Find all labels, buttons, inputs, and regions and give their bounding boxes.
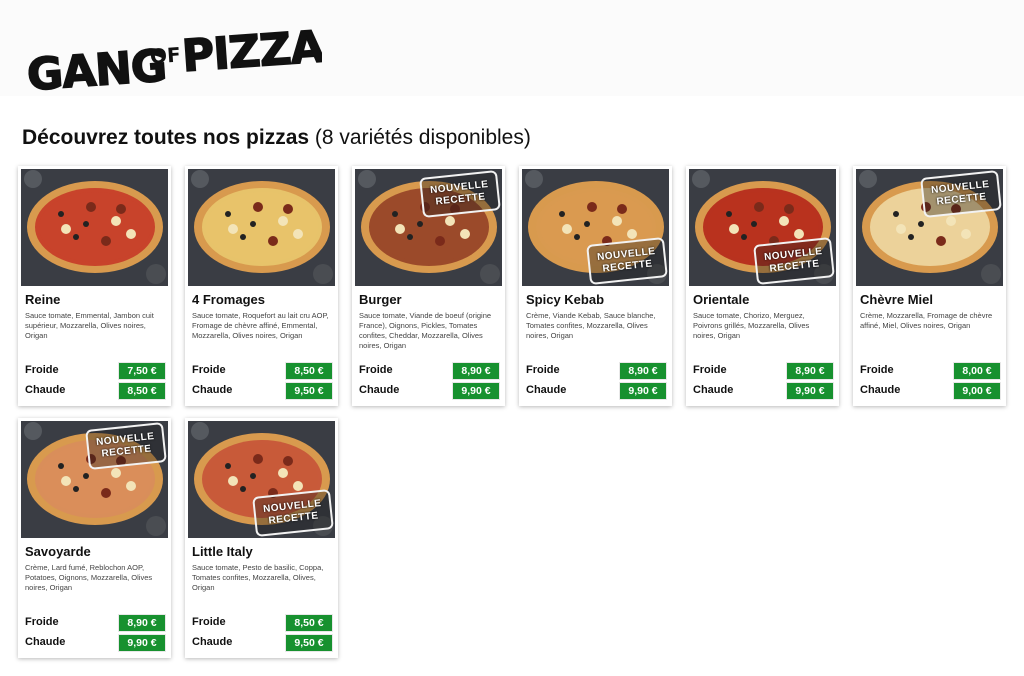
price-row-hot: Chaude 9,50 € [192, 634, 333, 652]
cold-label: Froide [192, 364, 226, 376]
cold-price[interactable]: 8,00 € [953, 362, 1001, 380]
price-row-cold: Froide 8,50 € [192, 362, 333, 380]
hot-price[interactable]: 9,90 € [619, 382, 667, 400]
new-recipe-badge: NOUVELLE RECETTE [252, 489, 334, 537]
hot-label: Chaude [25, 384, 66, 396]
cold-label: Froide [359, 364, 393, 376]
hot-price[interactable]: 9,50 € [285, 634, 333, 652]
hot-label: Chaude [693, 384, 734, 396]
pizza-photo[interactable]: NOUVELLE RECETTE [21, 421, 168, 538]
price-row-cold: Froide 8,00 € [860, 362, 1001, 380]
hot-price[interactable]: 9,90 € [118, 634, 166, 652]
cold-label: Froide [860, 364, 894, 376]
hot-label: Chaude [526, 384, 567, 396]
pizza-name: Spicy Kebab [526, 292, 605, 307]
pizza-name: Savoyarde [25, 544, 91, 559]
pizza-photo[interactable]: NOUVELLE RECETTE [522, 169, 669, 286]
pizza-card[interactable]: NOUVELLE RECETTE Little Italy Sauce toma… [185, 418, 338, 658]
new-recipe-badge: NOUVELLE RECETTE [419, 170, 501, 218]
cold-label: Froide [25, 364, 59, 376]
pizza-name: Burger [359, 292, 402, 307]
hot-price[interactable]: 8,50 € [118, 382, 166, 400]
cold-label: Froide [526, 364, 560, 376]
pizza-name: Orientale [693, 292, 750, 307]
price-row-cold: Froide 8,90 € [25, 614, 166, 632]
pizza-ingredients: Sauce tomate, Viande de boeuf (origine F… [359, 311, 492, 350]
pizza-photo[interactable] [21, 169, 168, 286]
price-row-cold: Froide 8,50 € [192, 614, 333, 632]
pizza-card[interactable]: NOUVELLE RECETTE Chèvre Miel Crème, Mozz… [853, 166, 1006, 406]
pizza-ingredients: Crème, Viande Kebab, Sauce blanche, Toma… [526, 311, 656, 340]
pizza-ingredients: Sauce tomate, Pesto de basilic, Coppa, T… [192, 563, 324, 592]
hot-label: Chaude [860, 384, 901, 396]
cold-price[interactable]: 8,50 € [285, 362, 333, 380]
price-row-hot: Chaude 8,50 € [25, 382, 166, 400]
pizza-card[interactable]: NOUVELLE RECETTE Spicy Kebab Crème, Vian… [519, 166, 672, 406]
pizza-photo[interactable]: NOUVELLE RECETTE [355, 169, 502, 286]
price-row-hot: Chaude 9,90 € [25, 634, 166, 652]
pizza-photo[interactable]: NOUVELLE RECETTE [689, 169, 836, 286]
pizza-card[interactable]: Reine Sauce tomate, Emmental, Jambon cui… [18, 166, 171, 406]
pizza-card[interactable]: NOUVELLE RECETTE Savoyarde Crème, Lard f… [18, 418, 171, 658]
price-row-hot: Chaude 9,50 € [192, 382, 333, 400]
pizza-card[interactable]: NOUVELLE RECETTE Orientale Sauce tomate,… [686, 166, 839, 406]
pizza-ingredients: Crème, Mozzarella, Fromage de chèvre aff… [860, 311, 993, 330]
cold-price[interactable]: 8,90 € [118, 614, 166, 632]
hot-label: Chaude [192, 384, 233, 396]
pizza-card[interactable]: 4 Fromages Sauce tomate, Roquefort au la… [185, 166, 338, 406]
pizza-ingredients: Sauce tomate, Roquefort au lait cru AOP,… [192, 311, 329, 340]
cold-price[interactable]: 8,90 € [786, 362, 834, 380]
price-row-hot: Chaude 9,00 € [860, 382, 1001, 400]
price-row-cold: Froide 7,50 € [25, 362, 166, 380]
pizza-ingredients: Sauce tomate, Chorizo, Merguez, Poivrons… [693, 311, 810, 340]
hot-price[interactable]: 9,90 € [452, 382, 500, 400]
pizza-name: Chèvre Miel [860, 292, 933, 307]
pizza-card[interactable]: NOUVELLE RECETTE Burger Sauce tomate, Vi… [352, 166, 505, 406]
pizza-name: Little Italy [192, 544, 253, 559]
pizza-photo[interactable]: NOUVELLE RECETTE [188, 421, 335, 538]
hot-label: Chaude [359, 384, 400, 396]
cold-price[interactable]: 8,90 € [452, 362, 500, 380]
cold-label: Froide [25, 616, 59, 628]
new-recipe-badge: NOUVELLE RECETTE [586, 237, 668, 285]
hot-label: Chaude [25, 636, 66, 648]
pizza-name: Reine [25, 292, 61, 307]
price-row-cold: Froide 8,90 € [526, 362, 667, 380]
pizza-photo[interactable]: NOUVELLE RECETTE [856, 169, 1003, 286]
price-row-hot: Chaude 9,90 € [693, 382, 834, 400]
cold-label: Froide [192, 616, 226, 628]
cold-price[interactable]: 8,50 € [285, 614, 333, 632]
cold-price[interactable]: 8,90 € [619, 362, 667, 380]
hot-price[interactable]: 9,90 € [786, 382, 834, 400]
new-recipe-badge: NOUVELLE RECETTE [753, 237, 835, 285]
new-recipe-badge: NOUVELLE RECETTE [85, 422, 167, 470]
pizza-name: 4 Fromages [192, 292, 265, 307]
pizza-photo[interactable] [188, 169, 335, 286]
pizza-grid: Reine Sauce tomate, Emmental, Jambon cui… [0, 0, 1024, 676]
pizza-ingredients: Crème, Lard fumé, Reblochon AOP, Potatoe… [25, 563, 153, 592]
price-row-cold: Froide 8,90 € [693, 362, 834, 380]
new-recipe-badge: NOUVELLE RECETTE [920, 170, 1002, 218]
price-row-hot: Chaude 9,90 € [526, 382, 667, 400]
hot-label: Chaude [192, 636, 233, 648]
cold-label: Froide [693, 364, 727, 376]
price-row-hot: Chaude 9,90 € [359, 382, 500, 400]
cold-price[interactable]: 7,50 € [118, 362, 166, 380]
price-row-cold: Froide 8,90 € [359, 362, 500, 380]
hot-price[interactable]: 9,50 € [285, 382, 333, 400]
pizza-ingredients: Sauce tomate, Emmental, Jambon cuit supé… [25, 311, 154, 340]
hot-price[interactable]: 9,00 € [953, 382, 1001, 400]
